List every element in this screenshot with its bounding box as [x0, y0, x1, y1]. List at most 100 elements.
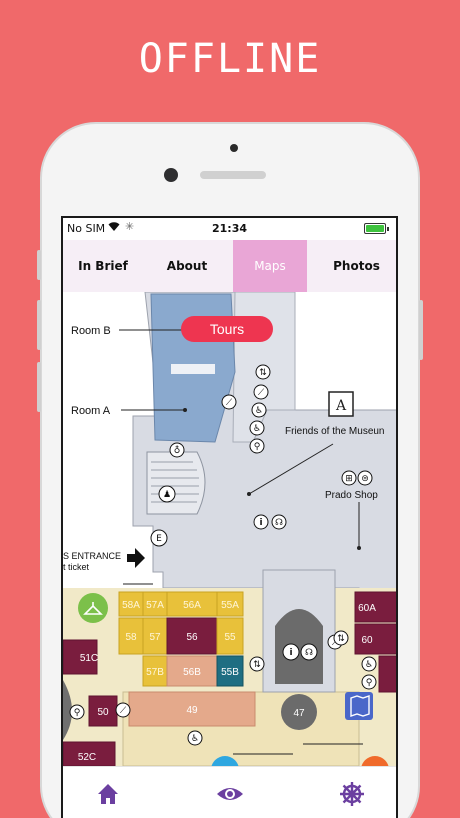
room-label-52c: 52C: [78, 752, 96, 763]
room-label-56b: 56B: [183, 667, 201, 678]
map-svg: Tours Room B Room A Friends of the Museu…: [63, 292, 396, 766]
lift-icon-2: ⇅: [333, 630, 349, 646]
rotunda: [275, 609, 323, 684]
svg-text:☊: ☊: [275, 518, 283, 528]
toilets-icon: ⚲: [249, 438, 265, 454]
room-label-47: 47: [293, 708, 305, 719]
escalator-icon-2: ⟋: [221, 394, 237, 410]
tours-button[interactable]: Tours: [181, 316, 273, 342]
toilets-icon-2: ⚲: [361, 674, 377, 690]
svg-text:♿: ♿: [255, 406, 263, 416]
room-label-57b: 57B: [146, 667, 164, 678]
svg-text:♿: ♿: [365, 660, 373, 670]
label-entrance: S ENTRANCE: [63, 551, 121, 561]
room-label-55a: 55A: [221, 600, 239, 611]
museum-floor-map[interactable]: Tours Room B Room A Friends of the Museu…: [63, 292, 396, 766]
friends-of-museum-icon: A: [328, 391, 354, 417]
info-point-icon: ♁: [169, 442, 185, 458]
ship-wheel-icon[interactable]: [337, 779, 367, 809]
phone-camera: [164, 168, 178, 182]
room-label-50: 50: [97, 707, 109, 718]
label-prado-shop: Prado Shop: [325, 490, 378, 501]
phone-volume-down: [37, 362, 41, 412]
entrance-arrow-icon: [127, 548, 145, 568]
room-label-56a: 56A: [183, 600, 201, 611]
svg-text:⇅: ⇅: [337, 634, 345, 644]
entrance-marker-icon: E: [150, 529, 168, 547]
information-icon: i: [253, 514, 269, 530]
escalator-icon-4: ⟋: [115, 702, 131, 718]
phone-earpiece: [200, 171, 266, 179]
tab-maps[interactable]: Maps: [233, 240, 307, 292]
room-label-58a: 58A: [122, 600, 140, 611]
room-label-60a: 60A: [358, 603, 376, 614]
label-friends-of-museum: Friends of the Museun: [285, 426, 385, 437]
room-61: [378, 655, 396, 693]
audioguide-icon-2: ☊: [300, 643, 318, 661]
map-layer-icon[interactable]: [345, 692, 373, 720]
auditorium: [146, 451, 206, 515]
accessible-lift-icon: ♿: [251, 402, 267, 418]
auditorium-icon: ♟: [158, 485, 176, 503]
room-label-57a: 57A: [146, 600, 164, 611]
label-room-b: Room B: [71, 325, 111, 337]
phone-mute-switch: [37, 250, 41, 280]
svg-text:⟋: ⟋: [226, 398, 233, 408]
svg-text:⚲: ⚲: [254, 442, 261, 452]
tab-bar: In Brief About Maps Photos: [63, 240, 396, 292]
bottom-navigation: [63, 766, 396, 818]
lift-icon: ⇅: [255, 364, 271, 380]
elevator-icon: ⇅: [249, 656, 265, 672]
wheelchair-icon: ♿: [249, 420, 265, 436]
app-screen: No SIM ✳ 21:34 In Brief About Maps Photo…: [61, 216, 398, 818]
svg-text:♟: ♟: [163, 490, 171, 500]
room-label-58: 58: [125, 632, 137, 643]
restroom-icon: ⚲: [69, 704, 85, 720]
room-label-51c: 51C: [80, 653, 98, 664]
wheelchair-icon-2: ♿: [361, 656, 377, 672]
svg-text:⇅: ⇅: [253, 660, 261, 670]
eye-icon[interactable]: [215, 779, 245, 809]
svg-text:i: i: [259, 518, 262, 528]
svg-text:⊞: ⊞: [345, 474, 353, 484]
svg-text:E: E: [156, 534, 162, 544]
svg-text:⊜: ⊜: [361, 474, 369, 484]
cloakroom-icon: [78, 593, 108, 623]
svg-text:⇅: ⇅: [259, 368, 267, 378]
label-room-a: Room A: [71, 405, 111, 417]
svg-text:⟋: ⟋: [120, 706, 127, 716]
svg-text:♁: ♁: [174, 445, 181, 456]
shop-icon: ⊞: [341, 470, 357, 486]
bookshop-icon: ⊜: [357, 470, 373, 486]
svg-text:♿: ♿: [191, 734, 199, 744]
room-label-56: 56: [186, 632, 198, 643]
status-bar: No SIM ✳ 21:34: [63, 218, 396, 240]
room-label-57: 57: [149, 632, 161, 643]
tab-about[interactable]: About: [147, 240, 227, 292]
tab-in-brief[interactable]: In Brief: [63, 240, 143, 292]
svg-text:i: i: [289, 648, 292, 658]
information-icon-2: i: [282, 643, 300, 661]
gallery-bench: [171, 364, 215, 374]
svg-text:☊: ☊: [305, 648, 313, 658]
offline-banner-title: OFFLINE: [138, 36, 322, 82]
wheelchair-icon-3: ♿: [187, 730, 203, 746]
room-label-55: 55: [224, 632, 236, 643]
room-label-49: 49: [186, 705, 198, 716]
label-entrance-ticket: t ticket: [63, 562, 90, 572]
phone-power-button: [419, 300, 423, 360]
room-label-60: 60: [361, 635, 373, 646]
phone-volume-up: [37, 300, 41, 350]
tab-photos[interactable]: Photos: [313, 240, 396, 292]
home-icon[interactable]: [93, 779, 123, 809]
escalator-icon: ⟋: [253, 384, 269, 400]
svg-text:⟋: ⟋: [258, 388, 265, 398]
svg-text:♿: ♿: [253, 424, 261, 434]
clock: 21:34: [211, 222, 247, 235]
svg-text:⚲: ⚲: [74, 708, 81, 718]
audioguide-icon: ☊: [271, 514, 287, 530]
svg-text:⚲: ⚲: [366, 678, 373, 688]
svg-text:A: A: [335, 398, 347, 414]
battery-icon: [364, 223, 389, 234]
tours-button-label: Tours: [210, 321, 244, 337]
